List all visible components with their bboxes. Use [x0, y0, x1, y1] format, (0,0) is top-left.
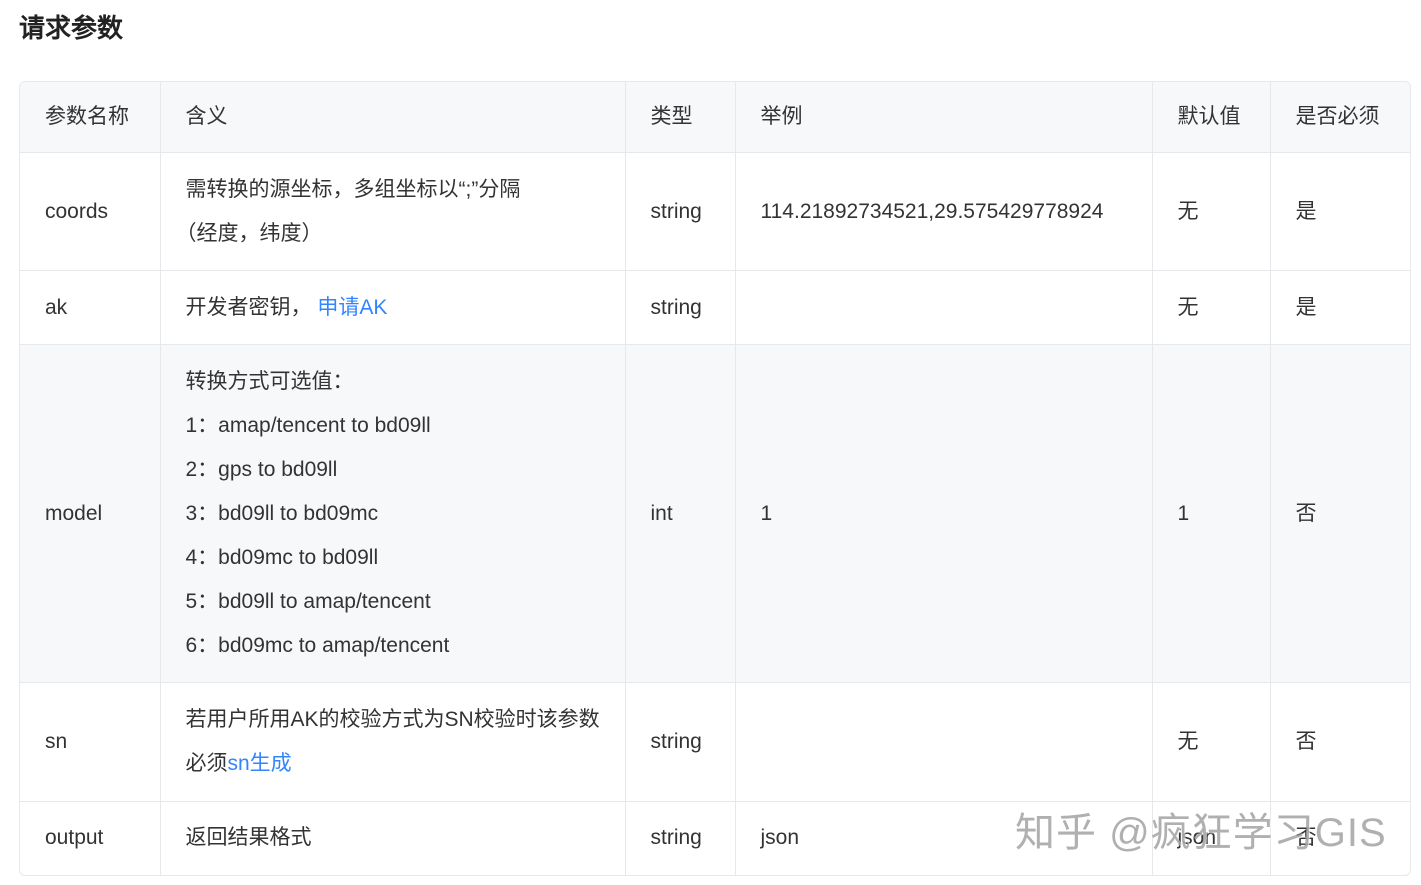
- params-table: 参数名称 含义 类型 举例 默认值 是否必须 coords 需转换的源坐标，多组…: [19, 81, 1411, 876]
- param-desc: 需转换的源坐标，多组坐标以“;”分隔 （经度，纬度）: [160, 152, 626, 271]
- param-type: string: [625, 152, 736, 271]
- sn-generate-link[interactable]: sn生成: [228, 752, 292, 775]
- col-header: 参数名称: [20, 82, 161, 153]
- param-default: json: [1152, 801, 1271, 875]
- param-type: int: [625, 344, 736, 683]
- param-default: 无: [1152, 270, 1271, 345]
- apply-ak-link[interactable]: 申请AK: [317, 296, 387, 319]
- param-name: model: [20, 344, 161, 683]
- desc-line: 6：bd09mc to amap/tencent: [185, 633, 450, 657]
- table-row: model 转换方式可选值： 1：amap/tencent to bd09ll …: [20, 344, 1410, 683]
- param-default: 无: [1152, 682, 1271, 802]
- table-row: ak 开发者密钥， 申请AK string 无 是: [20, 270, 1410, 345]
- section-title: 请求参数: [19, 13, 124, 43]
- desc-line: 3：bd09ll to bd09mc: [185, 501, 379, 525]
- desc-line: （经度，纬度）: [175, 221, 323, 245]
- table-row: output 返回结果格式 string json json 否: [20, 801, 1410, 875]
- col-header: 是否必须: [1270, 82, 1410, 153]
- param-name: coords: [20, 152, 161, 271]
- table-row: sn 若用户所用AK的校验方式为SN校验时该参数必须sn生成 string 无 …: [20, 682, 1410, 802]
- param-desc: 若用户所用AK的校验方式为SN校验时该参数必须sn生成: [160, 682, 626, 802]
- desc-line: 需转换的源坐标，多组坐标以“;”分隔: [185, 177, 521, 201]
- param-example: 114.21892734521,29.575429778924: [735, 152, 1153, 271]
- param-example: [735, 682, 1153, 802]
- param-type: string: [625, 682, 736, 802]
- param-desc: 开发者密钥， 申请AK: [160, 270, 626, 345]
- param-name: ak: [20, 270, 161, 345]
- param-type: string: [625, 270, 736, 345]
- desc-line: 4：bd09mc to bd09ll: [185, 545, 379, 569]
- desc-line: 5：bd09ll to amap/tencent: [185, 589, 431, 613]
- desc-line: 2：gps to bd09ll: [185, 457, 338, 481]
- col-header: 类型: [625, 82, 736, 153]
- param-required: 否: [1295, 826, 1317, 850]
- param-example: [735, 270, 1153, 345]
- col-header: 举例: [735, 82, 1153, 153]
- param-default: 1: [1152, 344, 1271, 683]
- param-required: 否: [1270, 682, 1410, 802]
- param-name: output: [20, 801, 161, 875]
- param-required: 是: [1270, 270, 1410, 345]
- desc-line: 1：amap/tencent to bd09ll: [185, 413, 431, 437]
- param-name: sn: [20, 682, 161, 802]
- param-type: string: [625, 801, 736, 875]
- col-header: 含义: [160, 82, 626, 153]
- param-example: json: [735, 801, 1153, 875]
- param-required: 是: [1270, 152, 1410, 271]
- param-desc: 转换方式可选值： 1：amap/tencent to bd09ll 2：gps …: [160, 344, 626, 683]
- table-row: coords 需转换的源坐标，多组坐标以“;”分隔 （经度，纬度） string …: [20, 152, 1410, 271]
- param-default: 无: [1152, 152, 1271, 271]
- param-example: 1: [735, 344, 1153, 683]
- table-header: 参数名称 含义 类型 举例 默认值 是否必须: [20, 82, 1410, 153]
- desc-text: 开发者密钥，: [185, 295, 312, 319]
- param-desc: 返回结果格式: [160, 801, 626, 875]
- col-header: 默认值: [1152, 82, 1271, 153]
- desc-line: 转换方式可选值：: [185, 369, 354, 393]
- param-required: 否: [1270, 344, 1410, 683]
